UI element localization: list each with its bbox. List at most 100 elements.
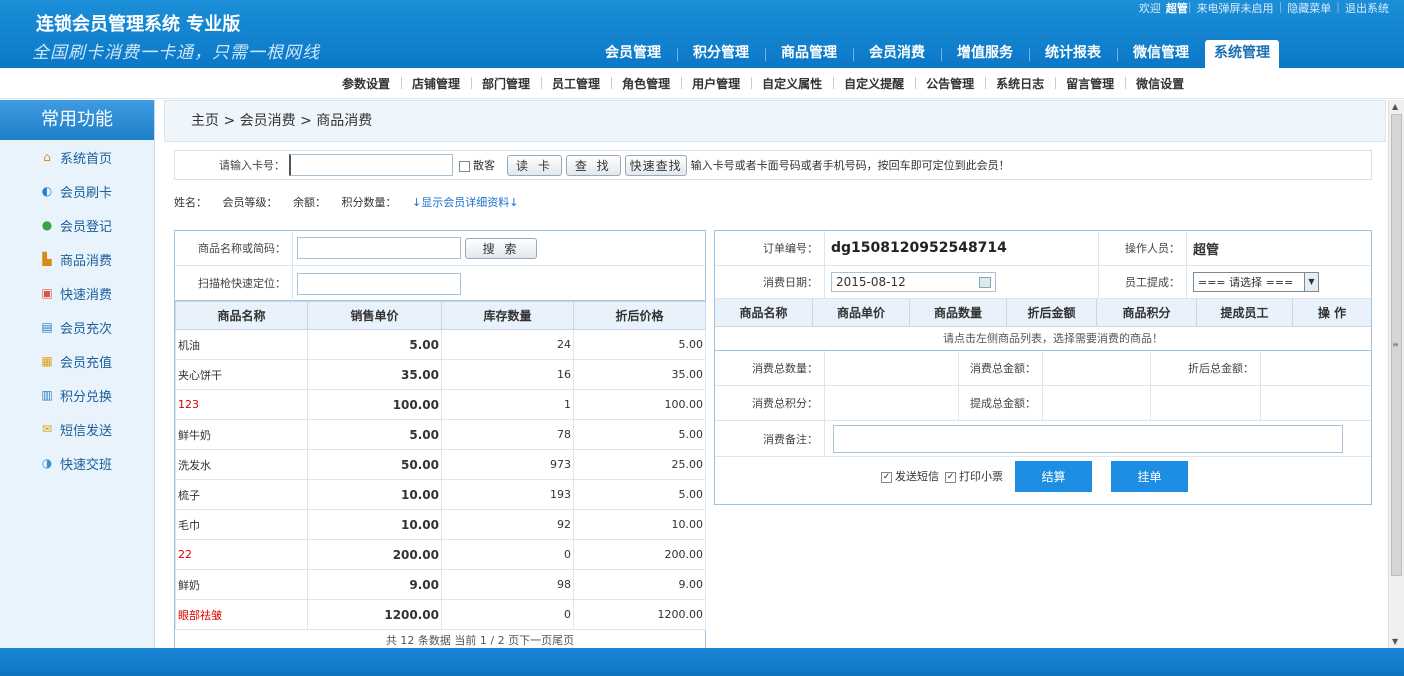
quick-find-button[interactable]: 快速查找 [624, 154, 687, 176]
staff-select[interactable]: === 请选择 === ▼ [1193, 272, 1319, 292]
popup-status-link[interactable]: 来电弹屏未启用 [1192, 0, 1279, 16]
product-price-cell: 100.00 [307, 389, 442, 420]
scan-input[interactable] [297, 272, 461, 295]
subnav-departments[interactable]: 部门管理 [471, 75, 541, 92]
staff-select-value: === 请选择 === [1198, 276, 1294, 289]
nav-reports[interactable]: 统计报表 [1029, 40, 1117, 68]
card-number-input[interactable] [289, 154, 453, 176]
sidebar-item-handover[interactable]: ◑ 快速交班 [0, 446, 154, 480]
sidebar-item-label: 会员充次 [60, 321, 113, 337]
sidebar-item-label: 会员登记 [60, 219, 113, 235]
date-label: 消费日期： [715, 266, 825, 298]
product-row[interactable]: 梳子 10.00 193 5.00 [175, 479, 706, 510]
guest-checkbox[interactable]: 散客 [459, 157, 495, 173]
staff-commission-label: 员工提成： [1099, 266, 1187, 298]
logout-link[interactable]: 退出系统 [1340, 0, 1394, 16]
subnav-system-log[interactable]: 系统日志 [985, 75, 1055, 92]
product-row[interactable]: 夹心饼干 35.00 16 35.00 [175, 359, 706, 390]
date-value: 2015-08-12 [836, 275, 906, 289]
nav-member-consumption[interactable]: 会员消费 [853, 40, 941, 68]
commission-total-label: 提成总金额： [959, 386, 1043, 420]
empty-cell [1261, 386, 1371, 420]
current-user: 超管 [1165, 2, 1188, 15]
sidebar-item-home[interactable]: ⌂ 系统首页 [0, 140, 154, 174]
subnav-users[interactable]: 用户管理 [681, 75, 751, 92]
notes-label: 消费备注： [715, 421, 825, 456]
notes-input[interactable] [833, 424, 1343, 453]
pager[interactable]: 共 12 条数据 当前 1 / 2 页下一页尾页 [175, 630, 705, 648]
order-actions: ✓ 发送短信 ✓ 打印小票 结算 挂单 [715, 457, 1371, 495]
subnav-employees[interactable]: 员工管理 [541, 75, 611, 92]
subnav-stores[interactable]: 店铺管理 [401, 75, 471, 92]
sidebar-item-recharge[interactable]: ▦ 会员充值 [0, 344, 154, 378]
sidebar-item-swipe-card[interactable]: ◐ 会员刷卡 [0, 174, 154, 208]
member-detail-link[interactable]: ↓显示会员详细资料↓ [412, 196, 518, 209]
product-price-cell: 5.00 [307, 329, 442, 360]
product-row[interactable]: 22 200.00 0 200.00 [175, 539, 706, 570]
product-row[interactable]: 鲜牛奶 5.00 78 5.00 [175, 419, 706, 450]
product-row[interactable]: 鲜奶 9.00 98 9.00 [175, 569, 706, 600]
sidebar-item-recharge-count[interactable]: ▤ 会员充次 [0, 310, 154, 344]
subnav-announcements[interactable]: 公告管理 [915, 75, 985, 92]
product-row[interactable]: 毛巾 10.00 92 10.00 [175, 509, 706, 540]
sidebar-item-sms[interactable]: ✉ 短信发送 [0, 412, 154, 446]
nav-points-management[interactable]: 积分管理 [677, 40, 765, 68]
cart-icon: ▙ [42, 252, 52, 266]
app-header: 连锁会员管理系统 专业版 全国刷卡消费一卡通，只需一根网线 欢迎 超管 | 来电… [0, 0, 1404, 68]
product-stock-cell: 0 [441, 539, 574, 570]
nav-value-added[interactable]: 增值服务 [941, 40, 1029, 68]
product-row[interactable]: 123 100.00 1 100.00 [175, 389, 706, 420]
col-sale-price: 销售单价 [307, 301, 442, 330]
subnav-custom-reminders[interactable]: 自定义提醒 [833, 75, 915, 92]
product-stock-cell: 0 [441, 599, 574, 630]
product-name-input[interactable] [297, 237, 461, 259]
app-slogan: 全国刷卡消费一卡通，只需一根网线 [32, 43, 320, 63]
sidebar-item-points-exchange[interactable]: ▥ 积分兑换 [0, 378, 154, 412]
sidebar-item-label: 短信发送 [60, 423, 113, 439]
product-price-cell: 9.00 [307, 569, 442, 600]
subnav-params[interactable]: 参数设置 [331, 75, 401, 92]
scroll-down-icon[interactable]: ▼ [1392, 637, 1398, 646]
send-sms-label: 发送短信 [895, 470, 939, 483]
product-search-button[interactable]: 搜 索 [465, 237, 537, 259]
nav-member-management[interactable]: 会员管理 [589, 40, 677, 68]
print-receipt-checkbox[interactable]: ✓ 打印小票 [945, 468, 1003, 484]
app-title: 连锁会员管理系统 专业版 [36, 14, 241, 35]
sub-nav: 参数设置 店铺管理 部门管理 员工管理 角色管理 用户管理 自定义属性 自定义提… [0, 68, 1404, 99]
sidebar-item-product-consume[interactable]: ▙ 商品消费 [0, 242, 154, 276]
sidebar-item-quick-consume[interactable]: ▣ 快速消费 [0, 276, 154, 310]
scroll-up-icon[interactable]: ▲ [1392, 102, 1398, 111]
product-row[interactable]: 眼部祛皱 1200.00 0 1200.00 [175, 599, 706, 630]
find-button[interactable]: 查 找 [565, 154, 621, 176]
hide-menu-link[interactable]: 隐藏菜单 [1282, 0, 1336, 16]
date-input[interactable]: 2015-08-12 [831, 272, 996, 292]
subnav-wechat-settings[interactable]: 微信设置 [1125, 75, 1195, 92]
calendar-icon[interactable] [979, 276, 991, 288]
checked-icon: ✓ [881, 471, 892, 483]
order-col-qty: 商品数量 [910, 299, 1007, 326]
product-stock-cell: 92 [441, 509, 574, 540]
card-hint: 输入卡号或者卡面号码或者手机号码，按回车即可定位到此会员！ [690, 159, 1010, 172]
vertical-scrollbar[interactable]: ▲ ≡ ▼ [1388, 100, 1404, 648]
col-stock: 库存数量 [441, 301, 574, 330]
operator-name: 超管 [1193, 242, 1220, 258]
settle-button[interactable]: 结算 [1015, 460, 1092, 492]
hold-order-button[interactable]: 挂单 [1111, 460, 1188, 492]
nav-wechat[interactable]: 微信管理 [1117, 40, 1205, 68]
nav-product-management[interactable]: 商品管理 [765, 40, 853, 68]
read-card-button[interactable]: 读 卡 [507, 154, 562, 176]
checked-icon: ✓ [945, 471, 956, 483]
product-discount-cell: 100.00 [573, 389, 706, 420]
sidebar: 常用功能 ⌂ 系统首页 ◐ 会员刷卡 ● 会员登记 ▙ 商品消费 ▣ 快速消费 … [0, 100, 155, 648]
member-info-row: 姓名： 会员等级： 余额： 积分数量： ↓显示会员详细资料↓ [174, 190, 530, 216]
total-points-label: 消费总积分： [715, 386, 825, 420]
product-row[interactable]: 机油 5.00 24 5.00 [175, 329, 706, 360]
sidebar-item-label: 商品消费 [60, 253, 113, 269]
subnav-custom-attrs[interactable]: 自定义属性 [751, 75, 833, 92]
sidebar-item-register[interactable]: ● 会员登记 [0, 208, 154, 242]
product-row[interactable]: 洗发水 50.00 973 25.00 [175, 449, 706, 480]
nav-system-management[interactable]: 系统管理 [1205, 40, 1279, 68]
send-sms-checkbox[interactable]: ✓ 发送短信 [881, 468, 939, 484]
subnav-roles[interactable]: 角色管理 [611, 75, 681, 92]
subnav-messages[interactable]: 留言管理 [1055, 75, 1125, 92]
